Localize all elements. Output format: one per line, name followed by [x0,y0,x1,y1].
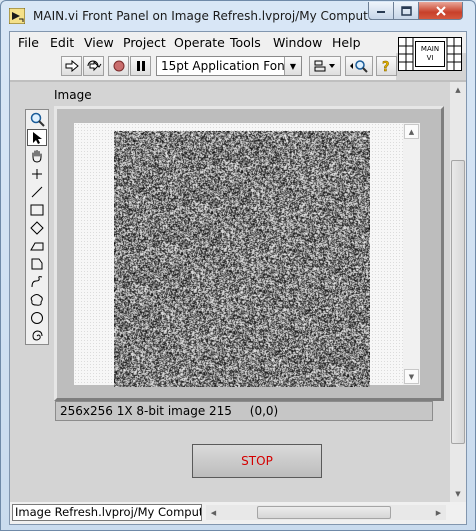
toolbar: 15pt Application Font ▼ ? [10,53,397,80]
panel-scroll-up-icon[interactable]: ▲ [450,82,466,98]
client-area: File Edit View Project Operate Tools Win… [9,31,467,525]
freehand-line-tool[interactable] [27,273,47,290]
pause-icon [136,61,145,71]
noise-image[interactable] [114,131,370,387]
spiral-icon [32,329,43,341]
maximize-icon [400,5,412,16]
oval-tool[interactable] [27,309,47,326]
run-continuously-icon [87,60,101,72]
menu-window[interactable]: Window [273,35,322,50]
image-label: Image [54,88,92,102]
help-icon: ? [381,60,390,73]
scroll-up-arrow-icon[interactable]: ▲ [404,124,419,139]
crosshair-icon [32,168,42,179]
vi-icon-line1: MAIN [420,45,440,53]
chevron-down-icon[interactable]: ▼ [284,57,301,75]
freehand-region-tool[interactable] [27,291,47,308]
image-viewport[interactable]: ▲ ▼ [74,123,420,387]
horizontal-scroll-thumb[interactable] [257,506,391,519]
pan-tool[interactable] [27,147,47,164]
svg-text:?: ? [382,60,390,73]
panel-scroll-down-icon[interactable]: ▼ [450,486,466,502]
close-button[interactable] [418,2,463,20]
rectangle-icon [30,204,44,215]
status-bar: Image Refresh.lvproj/My Computer ◀ ▶ [10,502,466,524]
rotated-rectangle-tool[interactable] [27,219,47,236]
spiral-tool[interactable] [27,327,47,344]
image-coords-text: (0,0) [249,404,279,418]
freehand-line-icon [31,275,43,287]
vi-icon-pane[interactable]: MAIN VI [398,37,462,71]
polygon-tool[interactable] [27,255,47,272]
vi-icon: MAIN VI [415,41,445,67]
run-button[interactable] [61,56,82,76]
front-panel: Image ▲ ▼ 256x256 1X 8-bit image 215 (0,… [10,82,458,502]
stop-button[interactable]: STOP [192,444,322,478]
image-info-text: 256x256 1X 8-bit image 215 [60,404,232,418]
scroll-right-arrow-icon[interactable]: ▶ [431,505,446,520]
annulus-icon [30,242,44,250]
close-icon [435,5,446,16]
stop-sign-icon [113,60,124,72]
project-path-text: Image Refresh.lvproj/My Computer [15,505,202,519]
pause-button[interactable] [130,56,151,76]
search-button[interactable] [345,56,373,76]
run-arrow-icon [65,60,79,72]
align-objects-button[interactable] [309,56,341,76]
stop-button-label: STOP [241,454,273,468]
menu-edit[interactable]: Edit [50,35,74,50]
context-help-button[interactable]: ? [376,56,397,76]
vi-icon-line2: VI [426,54,434,62]
menu-help[interactable]: Help [332,35,361,50]
image-tools-palette [25,109,49,345]
image-display[interactable]: ▲ ▼ [54,106,444,401]
labview-app-icon [9,8,25,24]
font-select[interactable]: 15pt Application Font ▼ [156,56,302,76]
arrow-pointer-icon [33,131,42,144]
menu-tools[interactable]: Tools [230,35,261,50]
panel-horizontal-scrollbar[interactable]: ◀ ▶ [206,505,446,520]
scroll-down-arrow-icon[interactable]: ▼ [404,369,419,384]
title-bar[interactable]: MAIN.vi Front Panel on Image Refresh.lvp… [1,1,475,31]
zoom-icon [30,112,45,127]
line-tool[interactable] [27,183,47,200]
polygon-icon [31,258,43,269]
menu-file[interactable]: File [18,35,39,50]
window: MAIN.vi Front Panel on Image Refresh.lvp… [0,0,476,531]
diamond-icon [30,220,44,235]
menu-project[interactable]: Project [123,35,166,50]
maximize-button[interactable] [393,2,419,20]
oval-icon [31,311,43,324]
panel-vertical-scrollbar[interactable]: ▲ ▼ [450,82,466,502]
abort-button[interactable] [108,56,129,76]
minimize-button[interactable] [368,2,394,20]
window-title: MAIN.vi Front Panel on Image Refresh.lvp… [33,9,381,23]
line-icon [31,186,43,197]
point-tool[interactable] [27,165,47,182]
panel-scroll-thumb[interactable] [451,160,465,444]
hand-icon [32,149,42,163]
minimize-icon [377,10,385,13]
align-objects-icon [314,60,335,72]
search-icon [350,60,368,73]
project-path-field: Image Refresh.lvproj/My Computer [12,504,202,521]
run-continuously-button[interactable] [83,56,104,76]
image-vertical-scrollbar[interactable]: ▲ ▼ [403,123,420,385]
freehand-region-icon [30,293,43,306]
font-select-value: 15pt Application Font [161,59,290,73]
menu-operate[interactable]: Operate [174,35,225,50]
image-info-bar: 256x256 1X 8-bit image 215 (0,0) [55,401,433,421]
annulus-tool[interactable] [27,237,47,254]
menu-view[interactable]: View [84,35,114,50]
select-tool[interactable] [27,129,47,146]
scroll-left-arrow-icon[interactable]: ◀ [206,505,221,520]
rectangle-tool[interactable] [27,201,47,218]
zoom-tool[interactable] [27,111,47,128]
